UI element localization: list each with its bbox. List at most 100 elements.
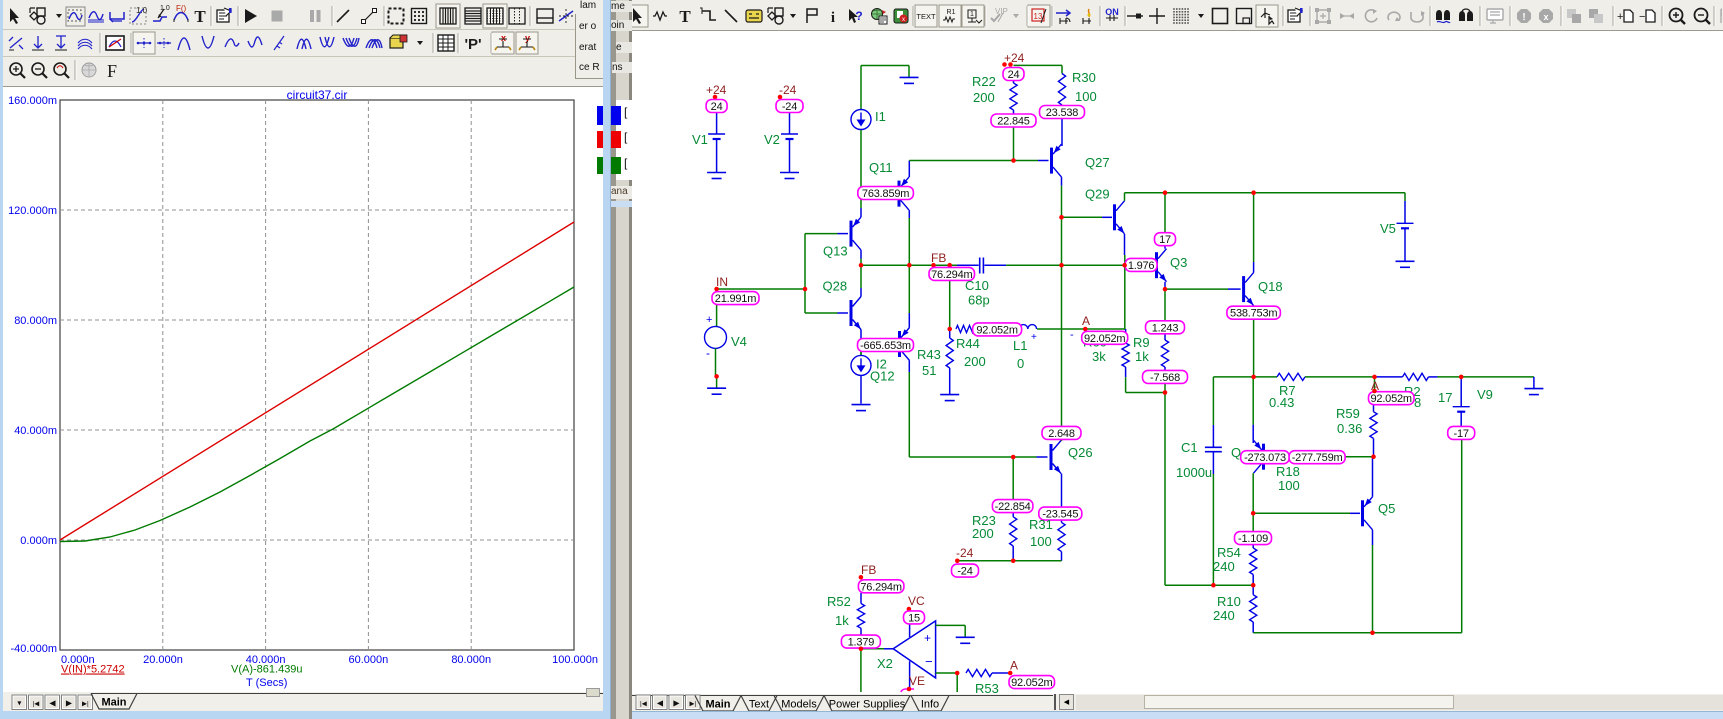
svg-text:T (Secs): T (Secs): [246, 677, 287, 689]
svg-text:ON: ON: [1105, 7, 1119, 17]
svg-text:92.052m: 92.052m: [1370, 393, 1411, 405]
svg-text:240: 240: [1213, 608, 1235, 623]
svg-text:200: 200: [972, 526, 994, 541]
svg-text:120.000m: 120.000m: [8, 205, 57, 217]
svg-text:-17: -17: [1454, 428, 1469, 440]
svg-text:68p: 68p: [968, 293, 990, 308]
svg-text:200: 200: [964, 354, 986, 369]
svg-text:R43: R43: [917, 347, 941, 362]
svg-text:0.000m: 0.000m: [20, 535, 57, 547]
svg-text:-40.000m: -40.000m: [11, 643, 57, 655]
svg-text:R22: R22: [972, 74, 996, 89]
svg-text:-277.759m: -277.759m: [1292, 452, 1343, 464]
svg-text:Q12: Q12: [870, 369, 895, 384]
svg-text:100: 100: [1030, 534, 1052, 549]
svg-text:▶: ▶: [66, 699, 73, 708]
svg-text:1.976: 1.976: [1128, 260, 1155, 272]
svg-text:Main: Main: [705, 699, 730, 711]
svg-text:Q18: Q18: [1258, 279, 1283, 294]
svg-text:1k: 1k: [1135, 349, 1149, 364]
svg-text:F(): F(): [176, 4, 187, 13]
svg-text:TEXT: TEXT: [916, 12, 936, 21]
svg-text:+: +: [1031, 332, 1037, 343]
svg-text:92.052m: 92.052m: [1011, 677, 1052, 689]
svg-text:C1: C1: [1181, 440, 1198, 455]
svg-text:T: T: [679, 7, 691, 26]
svg-text:!: !: [1522, 12, 1525, 23]
svg-text:20.000n: 20.000n: [143, 654, 183, 666]
svg-text:◀: ◀: [49, 699, 56, 708]
svg-text:R59: R59: [1336, 406, 1360, 421]
svg-text:0.36: 0.36: [1337, 421, 1362, 436]
svg-text:Q29: Q29: [1085, 186, 1110, 201]
svg-text:22.845: 22.845: [997, 116, 1030, 128]
svg-text:◀: ◀: [657, 699, 664, 708]
svg-text:Main: Main: [101, 697, 126, 709]
svg-text:▶|: ▶|: [690, 701, 697, 708]
svg-text:24: 24: [1008, 69, 1020, 81]
svg-text:8: 8: [1414, 395, 1421, 410]
svg-text:x: x: [1543, 12, 1548, 22]
svg-text:R44: R44: [956, 336, 980, 351]
svg-text:92.052m: 92.052m: [976, 324, 1017, 336]
svg-text:R30: R30: [1072, 70, 1096, 85]
svg-text:13: 13: [1034, 12, 1043, 21]
svg-text:A: A: [1010, 659, 1018, 673]
svg-text:17: 17: [1159, 234, 1171, 246]
svg-text:V2: V2: [764, 132, 780, 147]
svg-text:-24: -24: [779, 83, 797, 97]
svg-text:Q27: Q27: [1085, 155, 1110, 170]
svg-text:Text: Text: [749, 699, 769, 711]
svg-text:FB: FB: [861, 563, 876, 577]
svg-text:Q3: Q3: [1170, 255, 1187, 270]
svg-text:2.648: 2.648: [1048, 428, 1075, 440]
svg-text:+: +: [706, 314, 712, 326]
svg-text:100: 100: [1075, 89, 1097, 104]
svg-text:160.000m: 160.000m: [8, 95, 57, 107]
svg-text:R52: R52: [827, 594, 851, 609]
svg-text:1k: 1k: [835, 613, 849, 628]
svg-text:763.859m: 763.859m: [862, 188, 909, 200]
svg-text:circuit37.cir: circuit37.cir: [287, 88, 348, 102]
svg-text:-24: -24: [956, 546, 974, 560]
svg-text:Q: Q: [1231, 445, 1241, 460]
svg-text:R1: R1: [947, 9, 956, 16]
svg-text:-1.109: -1.109: [1238, 533, 1268, 545]
svg-text:51: 51: [922, 363, 936, 378]
svg-text:▶|: ▶|: [82, 701, 89, 708]
svg-text:24: 24: [711, 101, 723, 113]
svg-text:3k: 3k: [1092, 349, 1106, 364]
svg-text:200: 200: [973, 90, 995, 105]
svg-text:▶: ▶: [673, 699, 680, 708]
svg-text:+: +: [924, 631, 931, 645]
svg-text:C10: C10: [965, 278, 989, 293]
svg-text:100.000n: 100.000n: [552, 654, 598, 666]
svg-text:240: 240: [1213, 559, 1235, 574]
svg-text:0.43: 0.43: [1269, 395, 1294, 410]
svg-text:V(IN)*5.2742: V(IN)*5.2742: [61, 664, 125, 676]
svg-text:T: T: [194, 7, 206, 26]
svg-text:R10: R10: [1217, 594, 1241, 609]
svg-text:−: −: [925, 654, 933, 669]
svg-text:-22.854: -22.854: [995, 501, 1031, 513]
svg-text:I1: I1: [875, 109, 886, 124]
svg-text:VIP: VIP: [995, 7, 1008, 16]
svg-text:V(A)-861.439u: V(A)-861.439u: [231, 664, 303, 676]
svg-text:VE: VE: [909, 674, 925, 688]
svg-text:+24: +24: [1004, 51, 1025, 65]
svg-text:VC: VC: [908, 594, 925, 608]
svg-text:+: +: [1617, 11, 1623, 23]
svg-text:FB: FB: [931, 251, 946, 265]
svg-text:−: −: [1639, 11, 1645, 23]
svg-text:Info: Info: [921, 699, 939, 711]
svg-text:23.538: 23.538: [1046, 107, 1079, 119]
svg-text:76.294m: 76.294m: [860, 581, 901, 593]
svg-text:Q26: Q26: [1068, 445, 1093, 460]
svg-text:-7.568: -7.568: [1150, 372, 1180, 384]
svg-text:V5: V5: [1380, 221, 1396, 236]
svg-text:-: -: [706, 346, 710, 360]
svg-text:-24: -24: [957, 566, 972, 578]
svg-text:538.753m: 538.753m: [1230, 308, 1277, 320]
svg-text:-24: -24: [782, 101, 797, 113]
svg-text:1.0: 1.0: [160, 5, 170, 12]
